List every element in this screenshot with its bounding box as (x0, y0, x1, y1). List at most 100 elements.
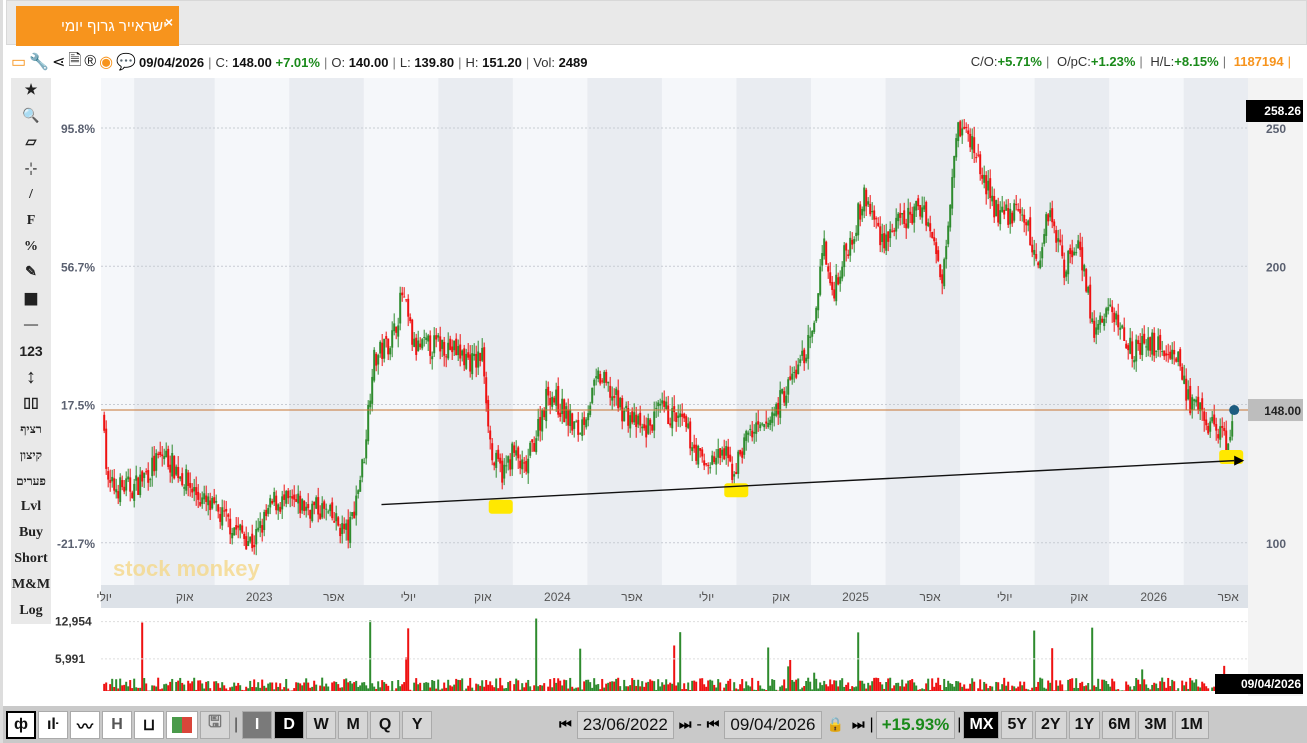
level-button[interactable]: Lvl (21, 494, 41, 520)
candlestick-type-icon[interactable]: ф (6, 710, 36, 739)
prev-end-icon[interactable]: ⏮ (707, 716, 720, 733)
candle-body (223, 510, 226, 512)
chart-tab[interactable]: ישראייר גרוף יומי × (16, 6, 179, 46)
window-icon[interactable]: ▭ (11, 52, 26, 72)
log-button[interactable]: Log (19, 598, 42, 624)
candle-body (1127, 345, 1130, 351)
measure-icon[interactable]: 123 (19, 338, 42, 364)
candle-body (825, 241, 828, 265)
volume-bar (263, 685, 266, 691)
volume-bar (1157, 688, 1160, 691)
color-bars-icon[interactable] (166, 710, 198, 739)
gaps-button[interactable]: פערים (16, 468, 46, 494)
candle-body (1115, 313, 1118, 320)
candle-body (701, 449, 704, 457)
start-date-field[interactable]: 23/06/2022 (576, 710, 674, 739)
volume-bar (1073, 687, 1076, 691)
interval-yearly[interactable]: Y (402, 710, 433, 739)
volume-bar (1065, 690, 1068, 691)
volume-bar (301, 685, 304, 691)
volume-bar (249, 680, 252, 691)
line-type-icon[interactable]: 〰 (70, 710, 100, 739)
target-icon[interactable]: ◉ (99, 52, 113, 72)
volume-bar (1077, 688, 1080, 691)
crosshair-icon[interactable]: -¦- (25, 156, 37, 182)
favorite-star-icon[interactable]: ★ (25, 78, 38, 104)
opc-value: +1.23% (1090, 54, 1136, 69)
zoom-icon[interactable]: 🔍 (22, 104, 39, 130)
candle-body (597, 370, 600, 379)
edit-icon[interactable]: ✎ (25, 260, 37, 286)
volume-bar (457, 679, 460, 691)
candle-body (503, 464, 506, 479)
first-start-icon[interactable]: ⏮ (559, 716, 572, 733)
end-date-field[interactable]: 09/04/2026 (724, 710, 822, 739)
percent-icon[interactable]: % (24, 234, 38, 260)
volume-bar (837, 686, 840, 691)
registered-icon[interactable]: ® (84, 53, 96, 71)
candle-body (129, 477, 132, 492)
interval-daily[interactable]: D (274, 710, 305, 739)
volume-bar (983, 681, 986, 691)
volume-bar (169, 681, 172, 691)
interval-quarterly[interactable]: Q (370, 710, 401, 739)
vertical-scale-icon[interactable]: ↕ (26, 364, 36, 390)
last-end-icon[interactable]: ⏭ (852, 716, 865, 733)
ohlc-type-icon[interactable]: ıŀ (38, 710, 68, 739)
candle-body (215, 501, 218, 503)
range-2y[interactable]: 2Y (1035, 710, 1067, 739)
volume-bar (333, 681, 336, 691)
interval-weekly[interactable]: W (306, 710, 337, 739)
candle-body (139, 474, 142, 496)
candle-body (879, 226, 882, 246)
range-6m[interactable]: 6M (1102, 710, 1137, 739)
candle-body (735, 471, 738, 475)
candle-body (187, 472, 190, 486)
price-chart[interactable]: 10015020025095.8%56.7%17.5%-21.7%יוליאוק… (51, 78, 1303, 696)
interval-monthly[interactable]: M (338, 710, 369, 739)
bar-type-icon[interactable]: ⊔ (134, 710, 164, 739)
x-tick-label: יולי (96, 590, 112, 604)
lock-icon[interactable]: 🔒 (827, 716, 844, 733)
short-button[interactable]: Short (14, 546, 47, 572)
volume-bar (1153, 682, 1156, 691)
x-tick-label: אפר (621, 590, 643, 604)
heikin-ashi-icon[interactable]: H (102, 710, 132, 739)
candle-body (743, 437, 746, 455)
candle-body (1189, 385, 1192, 414)
comment-icon[interactable]: 💬 (116, 52, 136, 72)
range-1y[interactable]: 1Y (1068, 710, 1101, 739)
candles-icon[interactable]: ▯▯ (23, 390, 38, 416)
save-icon[interactable]: 🖫 (200, 710, 230, 739)
info-right: C/O:+5.71% | O/pC:+1.23% | H/L:+8.15% | 118… (970, 54, 1291, 69)
mm-button[interactable]: M&M (12, 572, 50, 598)
range-1m[interactable]: 1M (1174, 710, 1209, 739)
wrench-icon[interactable]: 🔧 (29, 52, 49, 72)
color-picker-icon[interactable]: ■ (23, 284, 39, 313)
candle-body (151, 457, 154, 477)
candle-body (635, 414, 638, 427)
eraser-icon[interactable]: ▱ (26, 130, 37, 156)
extreme-button[interactable]: קיצון (20, 442, 42, 468)
candle-body (127, 476, 130, 480)
candle-body (611, 396, 614, 401)
candle-body (643, 424, 646, 429)
line-tool-icon[interactable]: / (29, 182, 33, 208)
range-5y[interactable]: 5Y (1001, 710, 1034, 739)
interval-intraday[interactable]: I (242, 710, 273, 739)
close-icon[interactable]: × (165, 14, 173, 30)
next-start-icon[interactable]: ⏭ (679, 716, 692, 733)
candle-body (1135, 339, 1138, 362)
candle-body (683, 413, 686, 419)
fibonacci-icon[interactable]: F (27, 208, 36, 234)
candle-body (633, 412, 636, 423)
continuous-button[interactable]: רציף (20, 416, 42, 442)
share-icon[interactable]: ⋖ (52, 52, 65, 72)
volume-bar (909, 680, 912, 691)
excel-icon[interactable]: 🗎 (68, 49, 81, 76)
volume-bar (1087, 682, 1090, 691)
buy-button[interactable]: Buy (19, 520, 43, 546)
range-3m[interactable]: 3M (1138, 710, 1173, 739)
line-style-icon[interactable]: — (24, 312, 38, 338)
range-max[interactable]: MX (963, 710, 1000, 739)
